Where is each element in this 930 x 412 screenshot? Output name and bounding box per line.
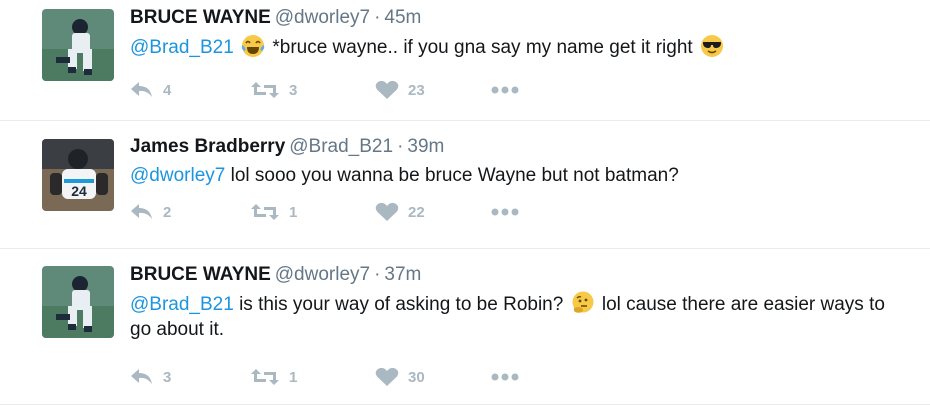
timestamp[interactable]: 37m bbox=[384, 264, 421, 285]
display-name[interactable]: James Bradberry bbox=[130, 136, 285, 157]
tweet-header: James Bradberry @Brad_B21 · 39m bbox=[130, 135, 910, 159]
tweet-header: BRUCE WAYNE @dworley7 · 37m bbox=[130, 263, 910, 287]
display-name[interactable]: BRUCE WAYNE bbox=[130, 264, 271, 285]
like-count: 30 bbox=[408, 368, 425, 386]
reply-count: 4 bbox=[163, 81, 172, 99]
tweet[interactable]: BRUCE WAYNE @dworley7 · 37m @Brad_B21 is th… bbox=[0, 249, 930, 405]
tweet[interactable]: 24 James Bradberry @Brad_B21 · 39m @dworley… bbox=[0, 121, 930, 249]
timestamp[interactable]: 39m bbox=[407, 136, 444, 157]
mention-link[interactable]: @dworley7 bbox=[130, 165, 225, 186]
sunglasses-emoji bbox=[700, 34, 724, 58]
retweet-icon bbox=[250, 203, 280, 221]
timestamp[interactable]: 45m bbox=[384, 7, 421, 28]
retweet-button[interactable]: 1 bbox=[250, 202, 297, 222]
display-name[interactable]: BRUCE WAYNE bbox=[130, 7, 271, 28]
separator-dot: · bbox=[374, 7, 381, 28]
separator-dot: · bbox=[397, 136, 404, 157]
mention-link[interactable]: @Brad_B21 bbox=[130, 294, 234, 315]
more-button[interactable] bbox=[490, 367, 520, 387]
retweet-button[interactable]: 1 bbox=[250, 367, 297, 387]
reply-icon bbox=[130, 81, 154, 99]
heart-icon bbox=[375, 367, 399, 387]
tears-of-joy-emoji bbox=[241, 34, 265, 58]
reply-count: 3 bbox=[163, 368, 172, 386]
svg-text:24: 24 bbox=[71, 183, 87, 199]
like-count: 22 bbox=[408, 203, 425, 221]
tweet-text-segment: *bruce wayne.. if you gna say my name ge… bbox=[272, 37, 693, 58]
more-button[interactable] bbox=[490, 80, 520, 100]
avatar[interactable] bbox=[42, 9, 114, 81]
retweet-count: 1 bbox=[289, 368, 298, 386]
heart-icon bbox=[375, 80, 399, 100]
tweet-content: BRUCE WAYNE @dworley7 · 37m @Brad_B21 is th… bbox=[130, 263, 910, 342]
separator-dot: · bbox=[374, 264, 381, 285]
like-button[interactable]: 23 bbox=[375, 80, 425, 100]
tweet-content: James Bradberry @Brad_B21 · 39m @dworley7 l… bbox=[130, 135, 910, 188]
tweet-text: @dworley7 lol sooo you wanna be bruce Wa… bbox=[130, 163, 910, 188]
avatar[interactable] bbox=[42, 266, 114, 338]
heart-icon bbox=[375, 202, 399, 222]
reply-button[interactable]: 4 bbox=[130, 80, 171, 100]
tweet-header: BRUCE WAYNE @dworley7 · 45m bbox=[130, 6, 910, 30]
mention-link[interactable]: @Brad_B21 bbox=[130, 37, 234, 58]
more-dots-icon bbox=[490, 85, 520, 95]
reply-button[interactable]: 3 bbox=[130, 367, 171, 387]
tweet-text-segment: lol sooo you wanna be bruce Wayne but no… bbox=[230, 165, 679, 186]
like-button[interactable]: 22 bbox=[375, 202, 425, 222]
like-button[interactable]: 30 bbox=[375, 367, 425, 387]
retweet-icon bbox=[250, 81, 280, 99]
tweet-text-segment: is this your way of asking to be Robin? bbox=[239, 294, 564, 315]
tweet-content: BRUCE WAYNE @dworley7 · 45m @Brad_B21 *bruc… bbox=[130, 6, 910, 60]
username[interactable]: @Brad_B21 bbox=[289, 136, 393, 157]
tweet-text: @Brad_B21 *bruce wayne.. if you gna say … bbox=[130, 34, 910, 60]
timeline: BRUCE WAYNE @dworley7 · 45m @Brad_B21 *bruc… bbox=[0, 0, 930, 405]
retweet-icon bbox=[250, 368, 280, 386]
reply-button[interactable]: 2 bbox=[130, 202, 171, 222]
more-dots-icon bbox=[490, 372, 520, 382]
retweet-count: 3 bbox=[289, 81, 298, 99]
thinking-face-emoji bbox=[571, 291, 595, 315]
tweet[interactable]: BRUCE WAYNE @dworley7 · 45m @Brad_B21 *bruc… bbox=[0, 0, 930, 121]
username[interactable]: @dworley7 bbox=[275, 7, 370, 28]
more-dots-icon bbox=[490, 207, 520, 217]
reply-icon bbox=[130, 368, 154, 386]
avatar[interactable]: 24 bbox=[42, 139, 114, 211]
retweet-count: 1 bbox=[289, 203, 298, 221]
like-count: 23 bbox=[408, 81, 425, 99]
tweet-text: @Brad_B21 is this your way of asking to … bbox=[130, 291, 910, 342]
reply-count: 2 bbox=[163, 203, 172, 221]
more-button[interactable] bbox=[490, 202, 520, 222]
reply-icon bbox=[130, 203, 154, 221]
username[interactable]: @dworley7 bbox=[275, 264, 370, 285]
retweet-button[interactable]: 3 bbox=[250, 80, 297, 100]
